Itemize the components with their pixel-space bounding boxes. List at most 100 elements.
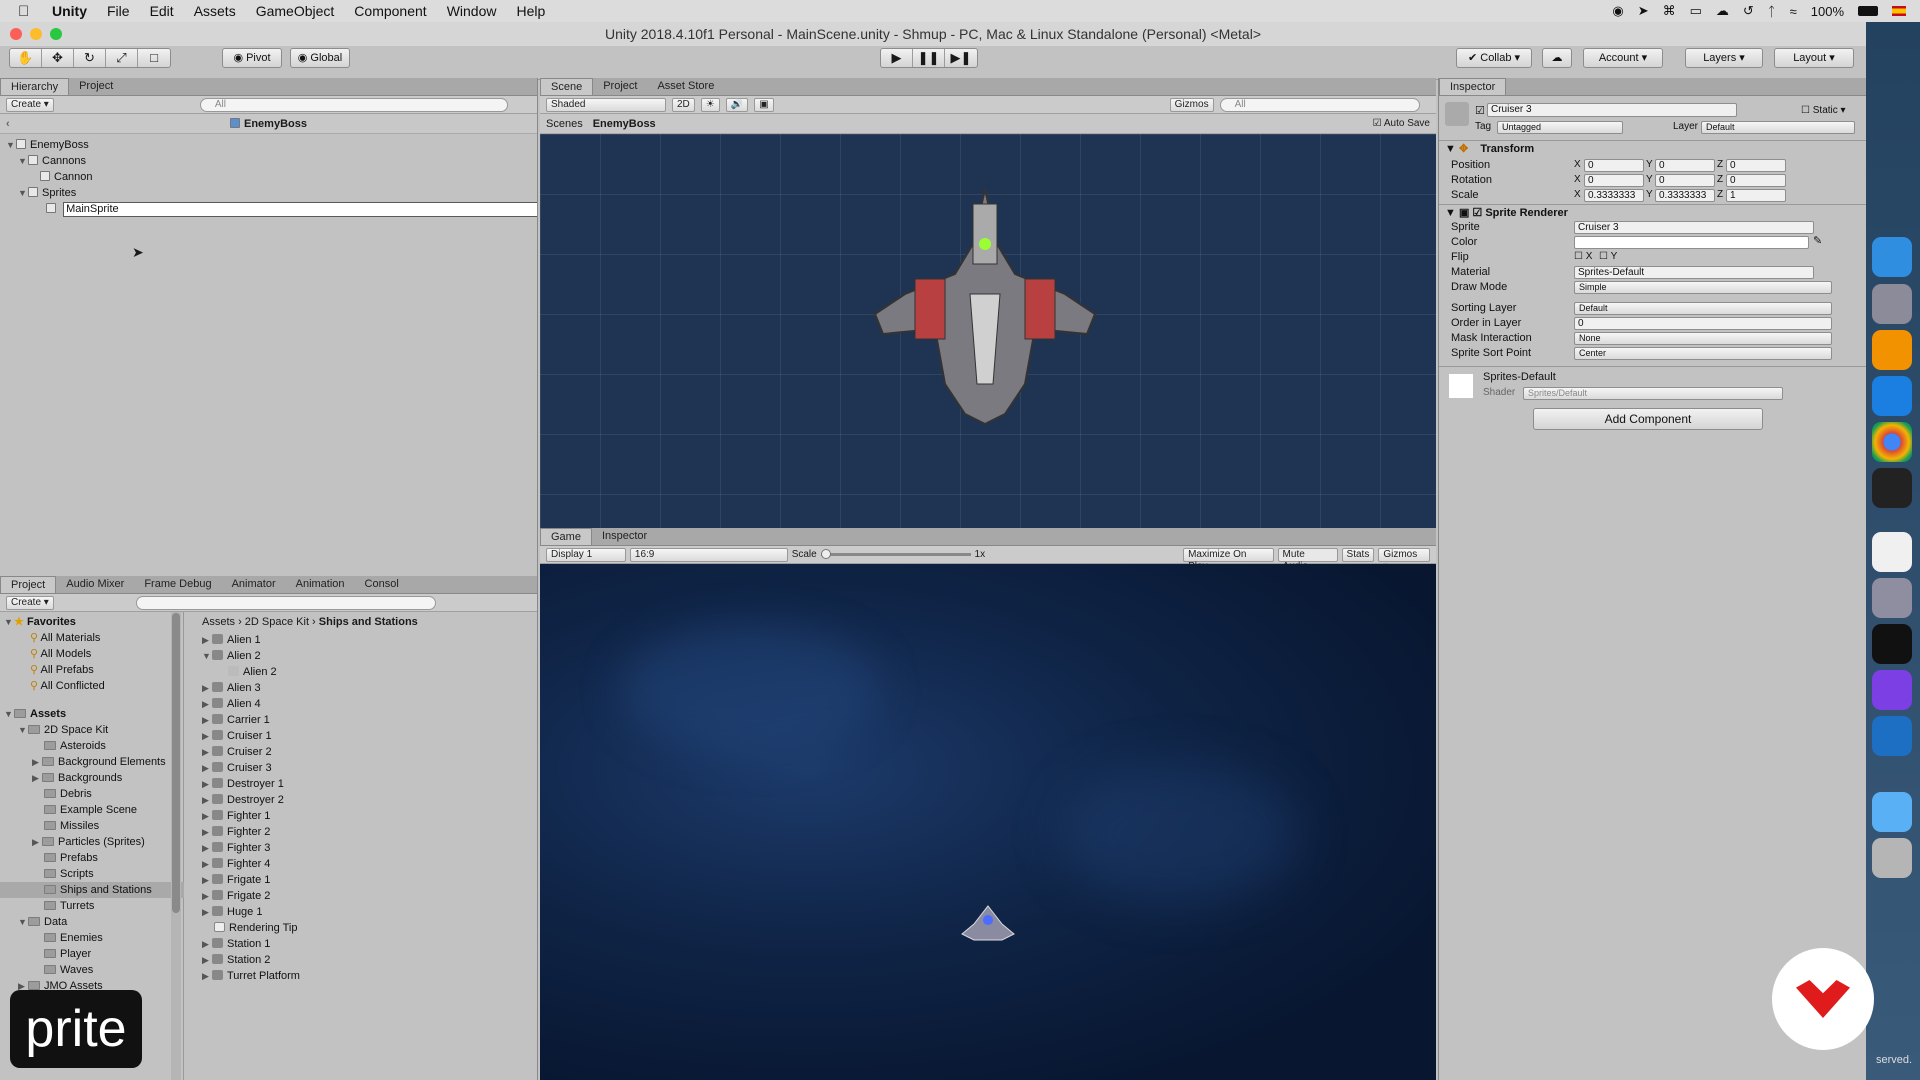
folder-item[interactable]: Scripts (44, 866, 94, 882)
material-field[interactable]: Sprites-Default (1574, 266, 1814, 279)
wifi-icon[interactable]: ≈ (1790, 4, 1797, 19)
menu-assets[interactable]: Assets (194, 3, 236, 19)
static-toggle[interactable]: ☐ Static ▾ (1801, 104, 1846, 118)
file-item[interactable]: ▶ Cruiser 3 (202, 760, 272, 776)
folder-item-selected[interactable]: Ships and Stations (0, 882, 184, 898)
file-item[interactable]: ▶ Frigate 1 (202, 872, 270, 888)
hierarchy-item-selected[interactable]: MainSprite (0, 201, 537, 217)
file-item[interactable]: ▶ Alien 3 (202, 680, 261, 696)
sublime-icon[interactable] (1872, 330, 1912, 370)
scale-slider[interactable] (820, 549, 971, 559)
hierarchy-item[interactable]: ▼ Cannons (18, 153, 86, 169)
file-item[interactable]: ▶ Frigate 2 (202, 888, 270, 904)
file-item[interactable]: ▶ Carrier 1 (202, 712, 270, 728)
send-icon[interactable]: ➤ (1638, 3, 1649, 19)
sorting-layer-dropdown[interactable]: Default (1574, 302, 1832, 315)
menu-window[interactable]: Window (447, 3, 497, 19)
menu-component[interactable]: Component (354, 3, 426, 19)
visual-studio-icon[interactable] (1872, 670, 1912, 710)
downloads-folder-icon[interactable] (1872, 792, 1912, 832)
file-item[interactable]: ▶ Alien 4 (202, 696, 261, 712)
battery-percent[interactable]: 100% (1811, 4, 1844, 19)
file-item[interactable]: ▶ Cruiser 1 (202, 728, 272, 744)
battery-icon[interactable] (1858, 6, 1878, 16)
position-y[interactable]: 0 (1655, 159, 1715, 172)
menu-app[interactable]: Unity (52, 3, 87, 19)
tab-animator[interactable]: Animator (222, 576, 286, 593)
file-item[interactable]: ▶ Station 1 (202, 936, 270, 952)
color-swatch[interactable] (1574, 236, 1809, 249)
breadcrumb-2d-space-kit[interactable]: 2D Space Kit (245, 616, 309, 628)
layout-dropdown[interactable]: Layout ▾ (1774, 48, 1854, 68)
record-icon[interactable]: ◉ (1612, 3, 1623, 19)
tab-game[interactable]: Game (540, 528, 592, 545)
rotate-tool-icon[interactable]: ↻ (74, 49, 106, 67)
folder-item[interactable]: Prefabs (44, 850, 98, 866)
autosave-toggle[interactable]: ☑ Auto Save (1373, 114, 1430, 133)
unity-hub-icon[interactable] (1872, 468, 1912, 508)
step-icon[interactable]: ▶❚ (945, 49, 977, 67)
folder-item[interactable]: ▶ Background Elements (32, 754, 166, 770)
file-item[interactable]: ▶ Fighter 3 (202, 840, 270, 856)
rotation-z[interactable]: 0 (1726, 174, 1786, 187)
gizmos-dropdown[interactable]: Gizmos (1169, 97, 1214, 112)
hierarchy-item[interactable]: ▼ Sprites (18, 185, 76, 201)
file-item[interactable]: ▶ Huge 1 (202, 904, 262, 920)
favorite-item[interactable]: ⚲ All Prefabs (30, 662, 94, 678)
finder-icon[interactable] (1872, 237, 1912, 277)
tab-frame-debug[interactable]: Frame Debug (134, 576, 221, 593)
file-item[interactable]: ▶ Turret Platform (202, 968, 300, 984)
favorite-item[interactable]: ⚲ All Conflicted (30, 678, 105, 694)
tab-project[interactable]: Project (593, 78, 647, 95)
file-item[interactable]: ▶ Fighter 2 (202, 824, 270, 840)
folder-item[interactable]: Missiles (44, 818, 99, 834)
crumb-scenes[interactable]: Scenes (546, 114, 583, 133)
zoom-window-icon[interactable] (50, 28, 62, 40)
hand-tool-icon[interactable]: ✋ (10, 49, 42, 67)
hierarchy-item[interactable]: ▼ EnemyBoss (6, 137, 89, 153)
position-x[interactable]: 0 (1584, 159, 1644, 172)
mute-toggle[interactable]: Mute Audio (1277, 547, 1338, 572)
collab-button[interactable]: ✔ Collab ▾ (1456, 48, 1532, 68)
gizmos-toggle[interactable]: Gizmos ▾ (1378, 547, 1430, 572)
back-arrow-icon[interactable]: ‹ (6, 114, 10, 134)
folder-item[interactable]: Turrets (44, 898, 94, 914)
create-dropdown[interactable]: Create ▾ (6, 595, 54, 610)
lighting-icon[interactable]: ☀ (700, 97, 720, 112)
file-item[interactable]: Alien 2 (228, 664, 277, 680)
rect-tool-icon[interactable]: □ (138, 49, 170, 67)
tab-project[interactable]: Project (0, 576, 57, 593)
sort-point-dropdown[interactable]: Center (1574, 347, 1832, 360)
layers-dropdown[interactable]: Layers ▾ (1685, 48, 1763, 68)
launchpad-icon[interactable] (1872, 284, 1912, 324)
folder-item[interactable]: Enemies (44, 930, 103, 946)
scale-x[interactable]: 0.3333333 (1584, 189, 1644, 202)
file-item[interactable]: ▶ Fighter 4 (202, 856, 270, 872)
tab-console[interactable]: Consol (355, 576, 409, 593)
scrollbar-thumb[interactable] (172, 613, 180, 913)
scene-search[interactable]: All (1219, 97, 1420, 112)
bluetooth-icon[interactable]: ᛏ (1768, 4, 1776, 19)
tab-hierarchy[interactable]: Hierarchy (0, 78, 70, 95)
menu-edit[interactable]: Edit (150, 3, 174, 19)
menu-gameobject[interactable]: GameObject (256, 3, 335, 19)
pivot-toggle[interactable]: ◉ Pivot (222, 48, 282, 68)
project-search[interactable] (135, 595, 436, 610)
draw-mode-dropdown[interactable]: Simple (1574, 281, 1832, 294)
effects-icon[interactable]: ▣ (754, 97, 774, 112)
folder-item[interactable]: Debris (44, 786, 92, 802)
scene-viewport[interactable] (540, 134, 1436, 528)
scale-y[interactable]: 0.3333333 (1655, 189, 1715, 202)
terminal-icon[interactable] (1872, 624, 1912, 664)
favorites-header[interactable]: ▼★ Favorites (4, 614, 76, 630)
keyboard-icon[interactable]: ⌘ (1663, 3, 1676, 19)
eyedropper-icon[interactable]: ✎ (1813, 234, 1822, 248)
menu-file[interactable]: File (107, 3, 130, 19)
display-dropdown[interactable]: Display 1 (546, 547, 626, 562)
pencil-app-icon[interactable] (1872, 376, 1912, 416)
account-dropdown[interactable]: Account ▾ (1583, 48, 1663, 68)
name-field[interactable]: Cruiser 3 (1487, 103, 1737, 117)
file-item[interactable]: Rendering Tip (214, 920, 298, 936)
rename-input[interactable]: MainSprite (63, 202, 537, 217)
folder-item[interactable]: ▶ Particles (Sprites) (32, 834, 145, 850)
